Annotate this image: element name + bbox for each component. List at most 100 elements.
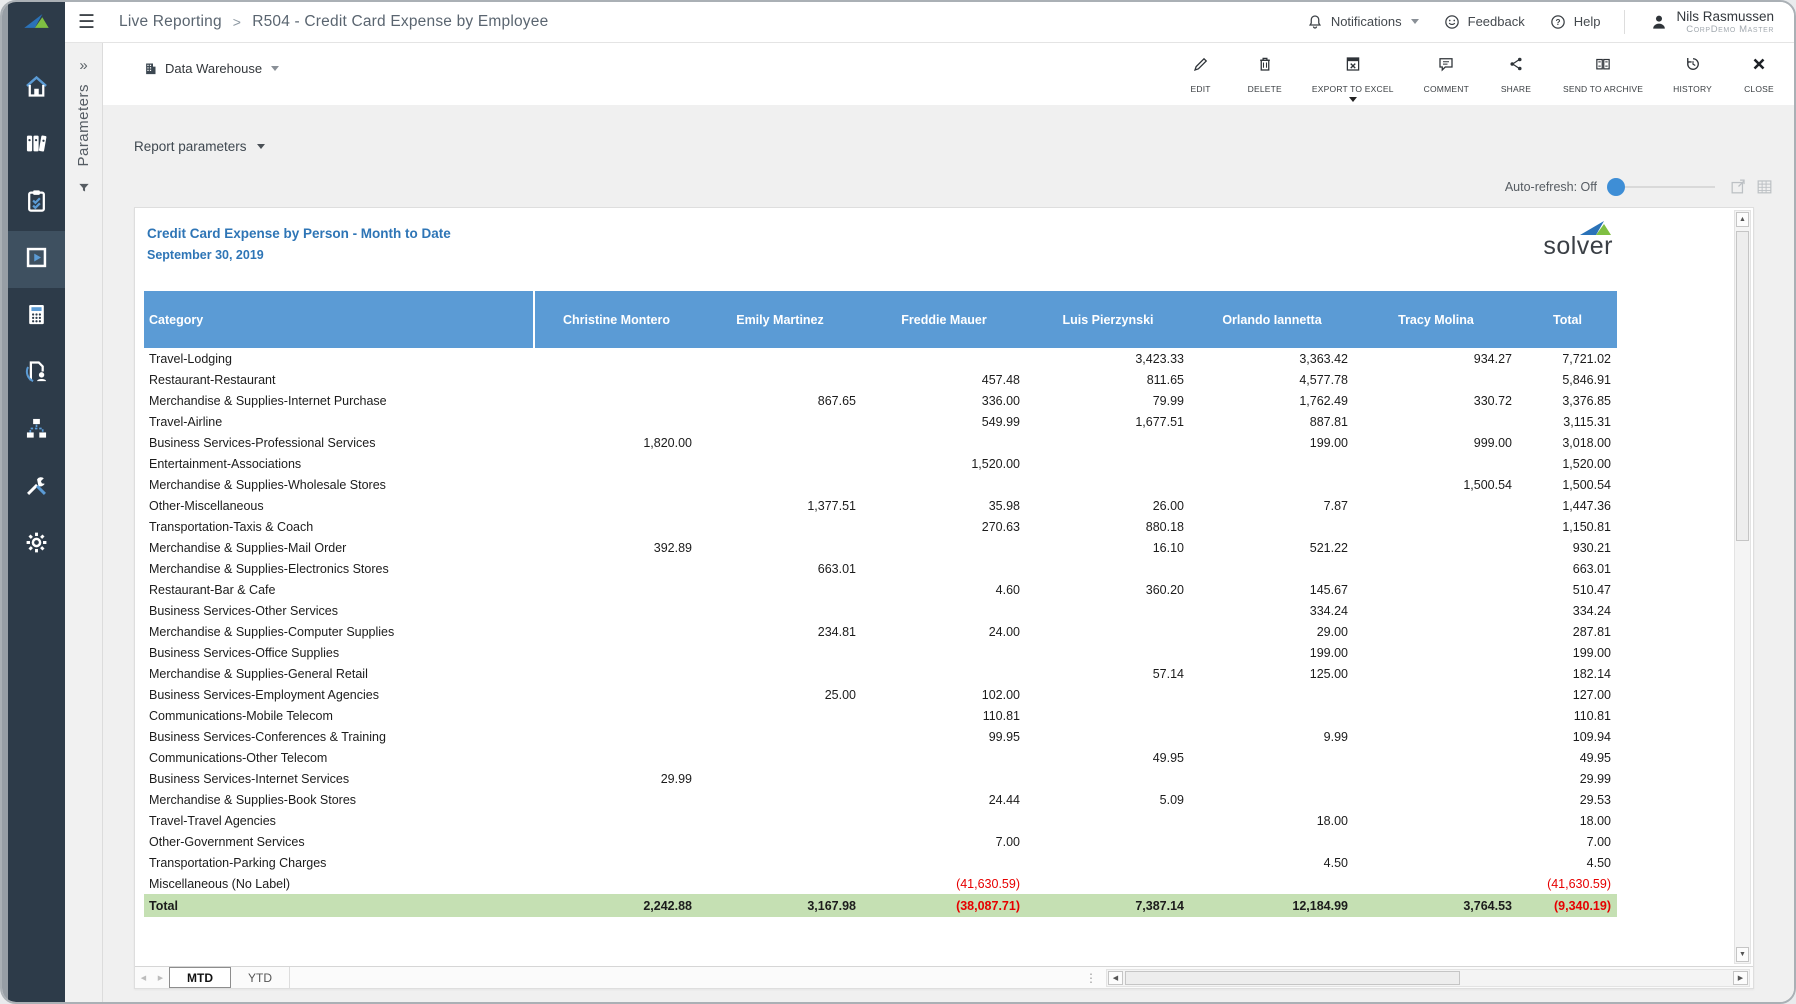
main-sidebar	[8, 2, 65, 1002]
value-cell: 127.00	[1518, 684, 1617, 705]
action-label: SEND TO ARCHIVE	[1563, 84, 1643, 94]
category-cell: Business Services-Internet Services	[144, 768, 534, 789]
filter-icon[interactable]	[77, 181, 91, 200]
action-label: EXPORT TO EXCEL	[1312, 84, 1394, 94]
value-cell: (38,087.71)	[862, 894, 1026, 917]
value-cell	[1026, 600, 1190, 621]
table-row: Business Services-Conferences & Training…	[144, 726, 1617, 747]
report-parameters-toggle[interactable]: Report parameters	[134, 139, 265, 154]
scroll-right-button[interactable]: ▶	[1733, 971, 1748, 985]
expand-panel-button[interactable]: »	[79, 57, 87, 74]
action-label: HISTORY	[1673, 84, 1712, 94]
category-cell: Transportation-Parking Charges	[144, 852, 534, 873]
sidebar-item-org[interactable]	[8, 402, 65, 459]
value-cell: 336.00	[862, 390, 1026, 411]
category-cell: Merchandise & Supplies-Internet Purchase	[144, 390, 534, 411]
sidebar-item-report[interactable]	[8, 231, 65, 288]
smiley-icon	[1443, 13, 1461, 31]
sidebar-item-home[interactable]	[8, 60, 65, 117]
solver-logo-mark[interactable]	[8, 2, 65, 40]
table-row: Travel-Airline549.991,677.51887.813,115.…	[144, 411, 1617, 432]
value-cell	[862, 852, 1026, 873]
sheet-nav-prev-icon[interactable]: ◀	[135, 967, 152, 988]
edit-button[interactable]: EDIT	[1184, 55, 1218, 102]
archive-icon	[1594, 55, 1612, 78]
help-button[interactable]: ? Help	[1549, 13, 1601, 31]
horizontal-scrollbar[interactable]: ◀ ▶	[1106, 969, 1750, 987]
table-row: Merchandise & Supplies-Internet Purchase…	[144, 390, 1617, 411]
hamburger-menu-icon[interactable]: ☰	[78, 13, 95, 32]
value-cell: 109.94	[1518, 726, 1617, 747]
parameters-panel-label[interactable]: Parameters	[75, 84, 92, 167]
value-cell	[1354, 453, 1518, 474]
scroll-up-button[interactable]: ▲	[1736, 212, 1749, 227]
value-cell	[1354, 768, 1518, 789]
sidebar-item-document-user[interactable]	[8, 345, 65, 402]
value-cell: 18.00	[1518, 810, 1617, 831]
breadcrumb-section[interactable]: Live Reporting	[119, 13, 222, 31]
auto-refresh-slider[interactable]	[1607, 178, 1715, 196]
column-header: Emily Martinez	[698, 291, 862, 348]
value-cell	[534, 453, 698, 474]
share-button[interactable]: SHARE	[1499, 55, 1533, 102]
slider-knob[interactable]	[1607, 178, 1625, 196]
delete-button[interactable]: DELETE	[1248, 55, 1282, 102]
value-cell: 1,500.54	[1354, 474, 1518, 495]
table-row: Entertainment-Associations1,520.001,520.…	[144, 453, 1617, 474]
value-cell: 887.81	[1190, 411, 1354, 432]
sheet-tab-mtd[interactable]: MTD	[169, 967, 231, 988]
column-header: Freddie Mauer	[862, 291, 1026, 348]
scroll-left-button[interactable]: ◀	[1108, 971, 1123, 985]
value-cell: 999.00	[1354, 432, 1518, 453]
sheet-tab-ytd[interactable]: YTD	[231, 967, 290, 988]
user-menu[interactable]: Nils Rasmussen CorpDemo Master	[1649, 9, 1774, 36]
horizontal-scroll-thumb[interactable]	[1125, 971, 1460, 985]
sidebar-item-tools[interactable]	[8, 459, 65, 516]
export-to-excel-button[interactable]: EXPORT TO EXCEL	[1312, 55, 1394, 102]
sidebar-item-binders[interactable]	[8, 117, 65, 174]
category-cell: Merchandise & Supplies-Wholesale Stores	[144, 474, 534, 495]
value-cell	[1354, 705, 1518, 726]
value-cell: 12,184.99	[1190, 894, 1354, 917]
scroll-down-button[interactable]: ▼	[1736, 947, 1749, 962]
value-cell: 4.60	[862, 579, 1026, 600]
value-cell	[698, 642, 862, 663]
value-cell: 867.65	[698, 390, 862, 411]
sidebar-item-gear[interactable]	[8, 516, 65, 573]
value-cell	[1026, 558, 1190, 579]
sheet-nav-next-icon[interactable]: ▶	[152, 967, 169, 988]
comment-button[interactable]: COMMENT	[1424, 55, 1469, 102]
value-cell	[698, 831, 862, 852]
data-source-dropdown[interactable]: Data Warehouse	[143, 61, 279, 76]
value-cell: 26.00	[1026, 495, 1190, 516]
sidebar-item-calculator[interactable]	[8, 288, 65, 345]
table-row: Merchandise & Supplies-Computer Supplies…	[144, 621, 1617, 642]
expand-icon[interactable]	[1729, 177, 1748, 196]
sidebar-item-clipboard[interactable]	[8, 174, 65, 231]
table-row: Business Services-Employment Agencies25.…	[144, 684, 1617, 705]
send-to-archive-button[interactable]: SEND TO ARCHIVE	[1563, 55, 1643, 102]
value-cell	[1190, 516, 1354, 537]
table-row: Other-Miscellaneous1,377.5135.9826.007.8…	[144, 495, 1617, 516]
value-cell: 25.00	[698, 684, 862, 705]
value-cell: 3,167.98	[698, 894, 862, 917]
value-cell	[1190, 789, 1354, 810]
value-cell	[1026, 621, 1190, 642]
feedback-button[interactable]: Feedback	[1443, 13, 1525, 31]
value-cell: 29.53	[1518, 789, 1617, 810]
vertical-scrollbar[interactable]: ▲ ▼	[1734, 210, 1751, 964]
vertical-scroll-thumb[interactable]	[1736, 231, 1749, 541]
binders-icon	[23, 130, 50, 162]
value-cell	[1354, 663, 1518, 684]
value-cell	[534, 663, 698, 684]
history-button[interactable]: HISTORY	[1673, 55, 1712, 102]
home-icon	[23, 73, 50, 105]
grid-icon[interactable]	[1755, 177, 1774, 196]
chevron-down-icon	[271, 66, 279, 71]
report-toolbar: Data Warehouse EDIT DELETE EXPORT TO EXCEL…	[103, 43, 1794, 105]
chevron-down-icon	[1411, 19, 1419, 24]
close-button[interactable]: CLOSE	[1742, 55, 1776, 102]
tab-splitter-handle[interactable]: ⋮	[1085, 967, 1097, 988]
notifications-button[interactable]: Notifications	[1306, 13, 1419, 31]
value-cell	[1026, 768, 1190, 789]
